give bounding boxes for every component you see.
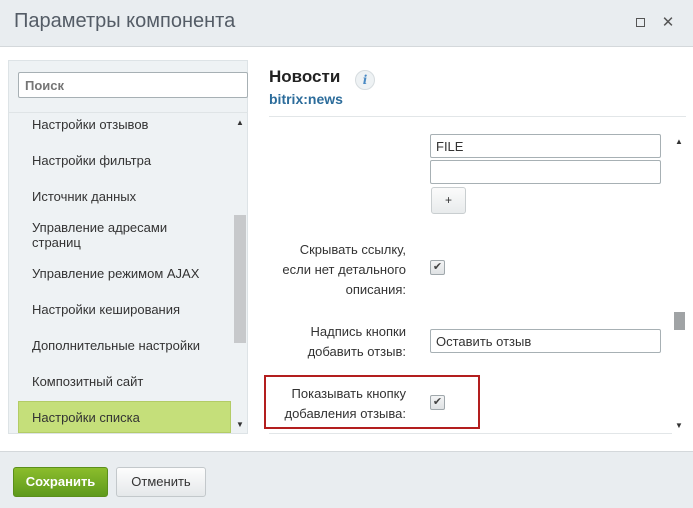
show-button-label: Показывать кнопку добавления отзыва: [284, 386, 406, 421]
add-field-button[interactable]: + [431, 187, 466, 214]
empty-field-input[interactable] [430, 160, 661, 184]
info-icon[interactable]: i [355, 70, 375, 90]
settings-scrollbar-thumb[interactable] [674, 312, 685, 330]
settings-scroll-up-icon[interactable]: ▲ [672, 136, 686, 148]
sidebar-scroll-up-icon[interactable]: ▲ [233, 117, 247, 129]
sidebar-item-reviews[interactable]: Настройки отзывов [18, 117, 231, 132]
sidebar-item-ajax[interactable]: Управление режимом AJAX [18, 266, 231, 281]
component-parameters-dialog: Параметры компонента ✕ Настройки отзывов… [0, 0, 693, 508]
dialog-title: Параметры компонента [14, 10, 236, 32]
file-field-input[interactable] [430, 134, 661, 158]
add-review-label: Надпись кнопки добавить отзыв: [307, 324, 406, 359]
add-review-text-input[interactable] [430, 329, 661, 353]
close-icon[interactable]: ✕ [659, 14, 677, 32]
sidebar-item-list-settings[interactable]: Настройки списка [18, 401, 231, 433]
search-input[interactable] [18, 72, 248, 98]
component-code: bitrix:news [269, 91, 343, 107]
settings-bottom-divider [269, 433, 672, 434]
dialog-titlebar[interactable]: Параметры компонента ✕ [0, 0, 693, 47]
component-title: Новости [269, 67, 341, 86]
maximize-icon[interactable] [631, 14, 649, 32]
header-divider [269, 116, 686, 117]
sidebar-item-data-source[interactable]: Источник данных [18, 189, 231, 204]
sidebar-item-composite[interactable]: Композитный сайт [18, 374, 231, 389]
sidebar-scroll-down-icon[interactable]: ▼ [233, 419, 247, 431]
sidebar-item-page-addresses[interactable]: Управление адресами страниц [18, 220, 208, 250]
save-button[interactable]: Сохранить [13, 467, 108, 497]
sidebar-divider [8, 112, 248, 113]
sidebar-item-filter[interactable]: Настройки фильтра [18, 153, 231, 168]
sidebar-item-additional[interactable]: Дополнительные настройки [18, 338, 231, 353]
sidebar-scrollbar-thumb[interactable] [234, 215, 246, 343]
show-button-checkbox[interactable]: ✔ [430, 395, 445, 410]
sidebar-item-caching[interactable]: Настройки кеширования [18, 302, 231, 317]
cancel-button[interactable]: Отменить [116, 467, 206, 497]
settings-scroll-down-icon[interactable]: ▼ [672, 420, 686, 432]
hide-link-label: Скрывать ссылку, если нет детального опи… [282, 242, 406, 297]
hide-link-checkbox[interactable]: ✔ [430, 260, 445, 275]
